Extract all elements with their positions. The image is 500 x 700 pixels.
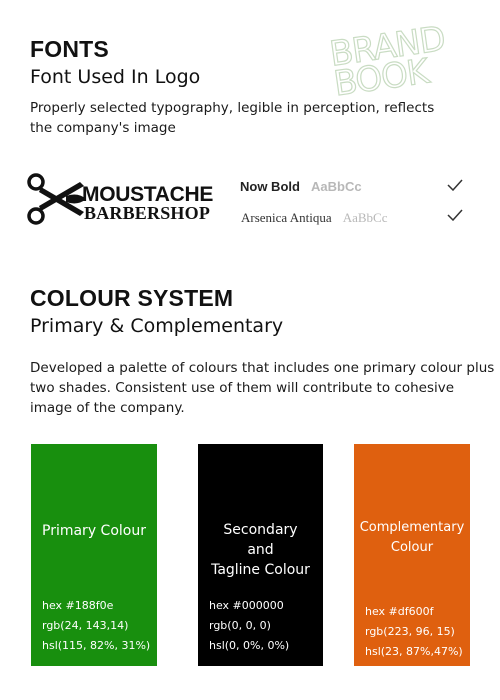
checkmark-icon xyxy=(447,179,463,191)
swatch-hsl: hsl(115, 82%, 31%) xyxy=(42,639,151,652)
swatch-hex: hex #000000 xyxy=(209,599,284,612)
font-sample-1: AaBbCc xyxy=(311,179,362,194)
swatch-hex: hex #df600f xyxy=(365,605,434,618)
font-sample-2: AaBbCc xyxy=(342,210,388,225)
font-name-1: Now Bold xyxy=(240,179,300,194)
swatch-title: Primary Colour xyxy=(42,523,146,539)
primary-colour-swatch: Primary Colour hex #188f0e rgb(24, 143,1… xyxy=(31,444,157,666)
colour-subheading: Primary & Complementary xyxy=(30,315,284,337)
moustache-barbershop-logo: MOUSTACHE BARBERSHOP xyxy=(26,172,236,228)
swatch-title-line: Colour xyxy=(390,540,434,555)
colour-heading: COLOUR SYSTEM xyxy=(30,285,234,311)
swatch-codes: hex #188f0e rgb(24, 143,14) hsl(115, 82%… xyxy=(42,596,150,656)
font-sample-row-2: Arsenica Antiqua AaBbCc xyxy=(241,207,388,226)
colour-description: Developed a palette of colours that incl… xyxy=(30,358,495,418)
fonts-subheading: Font Used In Logo xyxy=(30,66,201,88)
checkmark-icon xyxy=(447,209,463,221)
swatch-title-line: and xyxy=(247,542,274,558)
swatch-hsl: hsl(0, 0%, 0%) xyxy=(209,639,290,652)
fonts-description: Properly selected typography, legible in… xyxy=(30,100,435,136)
swatch-title-line: Tagline Colour xyxy=(211,562,310,578)
swatch-hex: hex #188f0e xyxy=(42,599,114,612)
scissors-icon xyxy=(27,173,86,225)
colour-description-line: image of the company. xyxy=(30,400,185,416)
brand-book-watermark: BRAND BOOK xyxy=(327,18,451,105)
swatch-title-line: Secondary xyxy=(223,522,298,538)
font-name-2: Arsenica Antiqua xyxy=(241,210,332,225)
complementary-colour-swatch: Complementary Colour hex #df600f rgb(223… xyxy=(354,444,470,666)
logo-sub-text: BARBERSHOP xyxy=(84,203,211,223)
swatch-title: Secondary and Tagline Colour xyxy=(198,520,323,580)
font-sample-row-1: Now Bold AaBbCc xyxy=(240,176,362,195)
fonts-heading: FONTS xyxy=(30,36,109,62)
colour-description-line: two shades. Consistent use of them will … xyxy=(30,380,455,396)
swatch-title-line: Complementary xyxy=(359,520,465,535)
swatch-rgb: rgb(24, 143,14) xyxy=(42,619,129,632)
swatch-codes: hex #000000 rgb(0, 0, 0) hsl(0, 0%, 0%) xyxy=(209,596,289,656)
secondary-colour-swatch: Secondary and Tagline Colour hex #000000… xyxy=(198,444,323,666)
colour-description-line: Developed a palette of colours that incl… xyxy=(30,360,495,376)
swatch-rgb: rgb(223, 96, 15) xyxy=(365,625,455,638)
swatch-rgb: rgb(0, 0, 0) xyxy=(209,619,271,632)
swatch-title: Complementary Colour xyxy=(354,518,470,558)
swatch-hsl: hsl(23, 87%,47%) xyxy=(365,645,463,658)
swatch-codes: hex #df600f rgb(223, 96, 15) hsl(23, 87%… xyxy=(365,602,463,662)
